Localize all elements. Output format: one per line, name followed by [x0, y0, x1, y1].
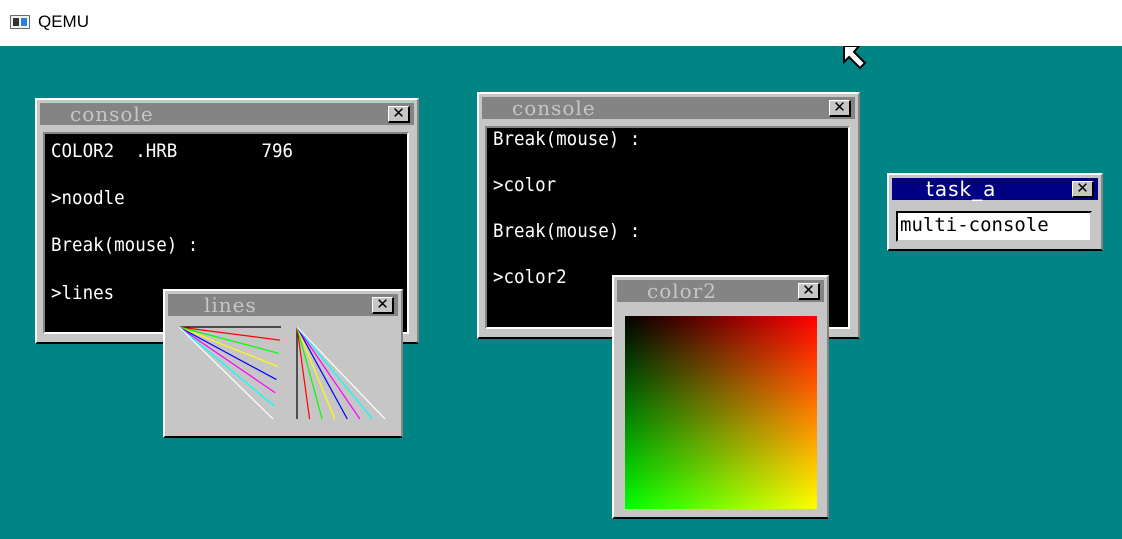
close-icon[interactable]: ✕: [388, 106, 410, 123]
close-icon[interactable]: ✕: [829, 100, 851, 117]
host-titlebar: QEMU: [0, 0, 1122, 46]
console-window-1-titlebar[interactable]: console ✕: [40, 103, 414, 125]
fan-line: [178, 326, 277, 381]
console-line: >color2: [493, 266, 567, 288]
console-line: Break(mouse) :: [51, 234, 199, 256]
close-icon[interactable]: ✕: [1072, 181, 1094, 198]
task-a-text-field[interactable]: multi-console: [896, 211, 1092, 242]
lines-window-titlebar[interactable]: lines ✕: [168, 294, 398, 316]
fan-line: [178, 326, 274, 420]
task-a-window[interactable]: task_a ✕ multi-console: [887, 173, 1103, 251]
host-title: QEMU: [38, 12, 89, 31]
lines-window[interactable]: lines ✕: [163, 289, 403, 438]
console-line: Break(mouse) :: [493, 128, 641, 150]
close-icon[interactable]: ✕: [372, 297, 394, 314]
console-window-1-title: console: [70, 102, 154, 126]
color2-window-title: color2: [647, 279, 717, 303]
task-a-window-title: task_a: [926, 177, 997, 201]
fan-line: [296, 326, 348, 420]
lines-canvas: [173, 321, 393, 431]
mouse-cursor-icon: [843, 46, 867, 70]
console-window-2-title: console: [512, 96, 596, 120]
console-line: >noodle: [51, 187, 125, 209]
fan-line: [296, 326, 386, 420]
desktop[interactable]: console ✕ COLOR2 .HRB 796 >noodle Break(…: [0, 46, 1122, 539]
console-window-2-titlebar[interactable]: console ✕: [482, 97, 855, 119]
console-line: Break(mouse) :: [493, 220, 641, 242]
color2-window-titlebar[interactable]: color2 ✕: [617, 280, 824, 302]
console-line: >color: [493, 174, 557, 196]
lines-window-title: lines: [204, 293, 257, 317]
console-line: COLOR2 .HRB 796: [51, 140, 294, 162]
color2-window[interactable]: color2 ✕: [612, 275, 829, 519]
fan-line: [296, 326, 373, 420]
task-a-window-titlebar[interactable]: task_a ✕: [892, 178, 1098, 200]
console-line: >lines: [51, 282, 115, 304]
close-icon[interactable]: ✕: [798, 283, 820, 300]
fan-line: [178, 326, 275, 407]
qemu-app-icon[interactable]: [10, 15, 30, 29]
lines-drawing: [178, 326, 386, 420]
color-gradient-canvas: [625, 316, 817, 509]
